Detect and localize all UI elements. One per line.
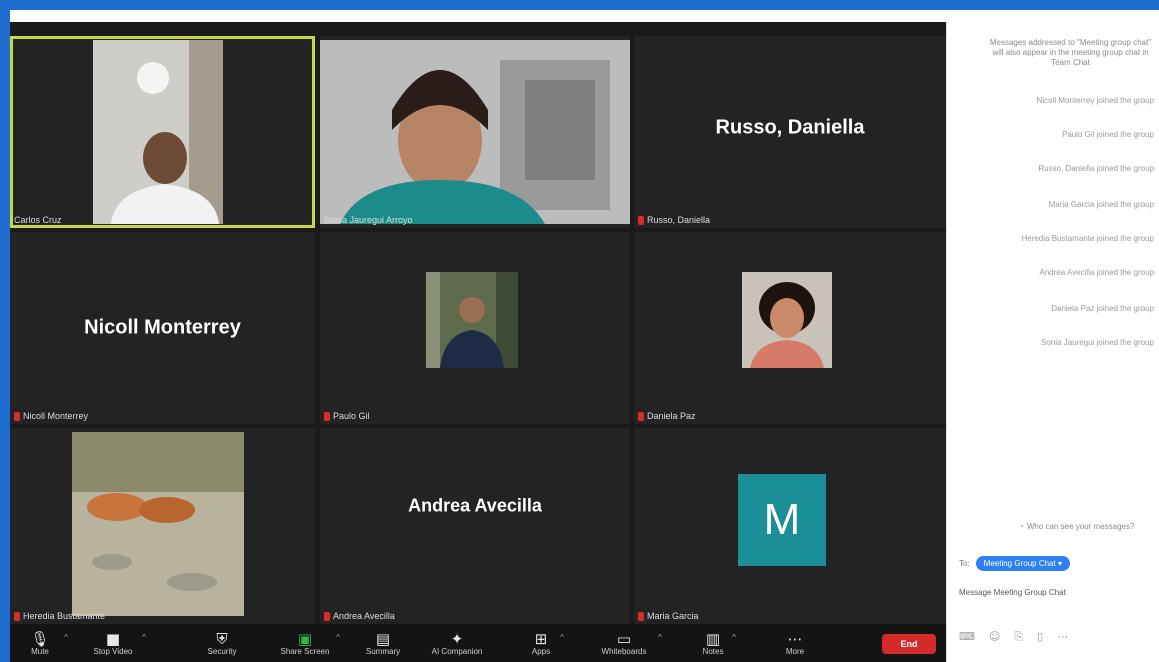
participant-name-label: Carlos Cruz bbox=[14, 215, 62, 225]
file-icon[interactable]: ▯ bbox=[1037, 630, 1043, 644]
apps-button[interactable]: ⊞ Apps ^ bbox=[526, 624, 564, 662]
sparkle-icon: ✦ bbox=[450, 629, 464, 648]
recipient-row: To: Meeting Group Chat ▾ bbox=[959, 556, 1070, 571]
mic-muted-icon bbox=[638, 215, 644, 225]
video-tile-andrea-avecilla[interactable]: Andrea Avecilla Andrea Avecilla bbox=[320, 428, 630, 624]
mute-label: Mute bbox=[31, 646, 49, 656]
who-can-see-link[interactable]: ◔ Who can see your messages? bbox=[1019, 522, 1134, 531]
whiteboards-label: Whiteboards bbox=[601, 646, 647, 656]
chat-message: Andrea Avecilla joined the group bbox=[1039, 268, 1154, 277]
chat-message-input[interactable]: Message Meeting Group Chat bbox=[959, 588, 1156, 597]
notes-icon: ▥ bbox=[705, 629, 721, 648]
emoji-icon[interactable]: ☺ bbox=[989, 630, 1000, 644]
eye-icon: ◔ bbox=[1019, 522, 1024, 531]
share-screen-label: Share Screen bbox=[280, 646, 330, 656]
participant-display-name: Andrea Avecilla bbox=[408, 495, 542, 516]
apps-icon: ⊞ bbox=[534, 629, 548, 648]
chat-message: Sonia Jauregui joined the group bbox=[1041, 338, 1154, 347]
chat-message: Nicoll Monterrey joined the group bbox=[1036, 96, 1154, 105]
chat-message: Paulo Gil joined the group bbox=[1061, 130, 1154, 139]
mic-muted-icon bbox=[324, 611, 330, 621]
chevron-up-icon[interactable]: ^ bbox=[336, 633, 340, 642]
mic-muted-icon bbox=[638, 611, 644, 621]
security-button[interactable]: ⛨ Security bbox=[200, 624, 244, 662]
document-icon: ▤ bbox=[375, 629, 391, 648]
participant-display-name: Nicoll Monterrey bbox=[84, 316, 241, 339]
security-label: Security bbox=[207, 646, 237, 656]
participant-name-label: Russo, Daniella bbox=[638, 215, 710, 225]
stop-video-button[interactable]: ■ Stop Video ^ bbox=[88, 624, 147, 662]
share-screen-icon: ▣ bbox=[297, 629, 313, 648]
chevron-up-icon[interactable]: ^ bbox=[560, 633, 564, 642]
participant-profile-photo bbox=[742, 272, 832, 368]
chat-tools: ⌨ ☺ ⎘ ▯ ⋯ bbox=[959, 630, 1068, 644]
notes-button[interactable]: ▥ Notes ^ bbox=[698, 624, 736, 662]
shield-icon: ⛨ bbox=[216, 629, 228, 648]
mic-muted-icon bbox=[14, 411, 20, 421]
summary-button[interactable]: ▤ Summary bbox=[360, 624, 406, 662]
chevron-up-icon[interactable]: ^ bbox=[64, 633, 68, 642]
participant-name-label: Nicoll Monterrey bbox=[14, 411, 88, 421]
video-tile-heredia[interactable]: Heredia Bustamante bbox=[10, 428, 315, 624]
mic-muted-icon bbox=[638, 411, 644, 421]
participant-name-label: Maria Garcia bbox=[638, 611, 699, 621]
video-tile-sonia[interactable]: Sonia Jauregui Arroyo bbox=[320, 36, 630, 228]
video-gallery: Carlos Cruz Sonia Jauregui Arroyo Russo,… bbox=[10, 36, 946, 624]
chat-message: Maria Garcia joined the group bbox=[1048, 200, 1154, 209]
apps-label: Apps bbox=[531, 646, 551, 656]
chat-message: Daniela Paz joined the group bbox=[1051, 304, 1154, 313]
more-button[interactable]: ⋯ More bbox=[780, 624, 810, 662]
more-label: More bbox=[785, 646, 805, 656]
video-tile-daniela-paz[interactable]: Daniela Paz bbox=[634, 232, 946, 424]
participant-name-label: Andrea Avecilla bbox=[324, 611, 395, 621]
format-icon[interactable]: ⌨ bbox=[959, 630, 975, 644]
stop-video-label: Stop Video bbox=[93, 646, 133, 656]
chat-message: Heredia Bustamante joined the group bbox=[1021, 234, 1154, 243]
participant-video bbox=[93, 40, 223, 224]
participant-name-label: Daniela Paz bbox=[638, 411, 696, 421]
to-label: To: bbox=[959, 559, 970, 568]
mic-muted-icon bbox=[324, 411, 330, 421]
video-tile-carlos-cruz[interactable]: Carlos Cruz bbox=[10, 36, 315, 228]
participant-video bbox=[320, 40, 630, 224]
participant-profile-photo bbox=[426, 272, 518, 368]
meeting-toolbar: 🎙 Mute ^ ■ Stop Video ^ ⛨ Security ▣ Sha… bbox=[10, 624, 956, 662]
video-tile-russo-daniella[interactable]: Russo, Daniella Russo, Daniella bbox=[634, 36, 946, 228]
video-tile-nicoll-monterrey[interactable]: Nicoll Monterrey Nicoll Monterrey bbox=[10, 232, 315, 424]
video-tile-maria-garcia[interactable]: M Maria Garcia bbox=[634, 428, 946, 624]
more-options-icon[interactable]: ⋯ bbox=[1057, 630, 1068, 644]
chevron-up-icon[interactable]: ^ bbox=[142, 633, 146, 642]
ai-companion-label: AI Companion bbox=[431, 646, 483, 656]
more-icon: ⋯ bbox=[787, 629, 803, 648]
ai-companion-button[interactable]: ✦ AI Companion bbox=[428, 624, 486, 662]
screenshot-icon[interactable]: ⎘ bbox=[1014, 630, 1023, 644]
video-tile-paulo-gil[interactable]: Paulo Gil bbox=[320, 232, 630, 424]
participant-name-label: Paulo Gil bbox=[324, 411, 370, 421]
chevron-up-icon[interactable]: ^ bbox=[658, 633, 662, 642]
whiteboard-icon: ▭ bbox=[616, 629, 632, 648]
notes-label: Notes bbox=[702, 646, 724, 656]
summary-label: Summary bbox=[365, 646, 401, 656]
whiteboards-button[interactable]: ▭ Whiteboards ^ bbox=[594, 624, 662, 662]
share-screen-button[interactable]: ▣ Share Screen ^ bbox=[278, 624, 340, 662]
recipient-selector[interactable]: Meeting Group Chat ▾ bbox=[975, 556, 1070, 571]
participant-name-label: Sonia Jauregui Arroyo bbox=[324, 215, 413, 225]
participant-profile-photo bbox=[72, 432, 244, 616]
chat-message: Russo, Daniella joined the group bbox=[1038, 164, 1154, 173]
mute-button[interactable]: 🎙 Mute ^ bbox=[20, 624, 68, 662]
chevron-up-icon[interactable]: ^ bbox=[732, 633, 736, 642]
end-meeting-button[interactable]: End bbox=[882, 634, 936, 654]
participant-display-name: Russo, Daniella bbox=[715, 116, 865, 139]
microphone-icon: 🎙 bbox=[30, 629, 50, 648]
participant-avatar: M bbox=[738, 474, 826, 566]
mic-muted-icon bbox=[14, 611, 20, 621]
chat-system-message: Messages addressed to "Meeting group cha… bbox=[989, 38, 1152, 67]
video-camera-icon: ■ bbox=[105, 629, 121, 648]
chat-panel: Messages addressed to "Meeting group cha… bbox=[946, 22, 1159, 662]
participant-name-label: Heredia Bustamante bbox=[14, 611, 105, 621]
